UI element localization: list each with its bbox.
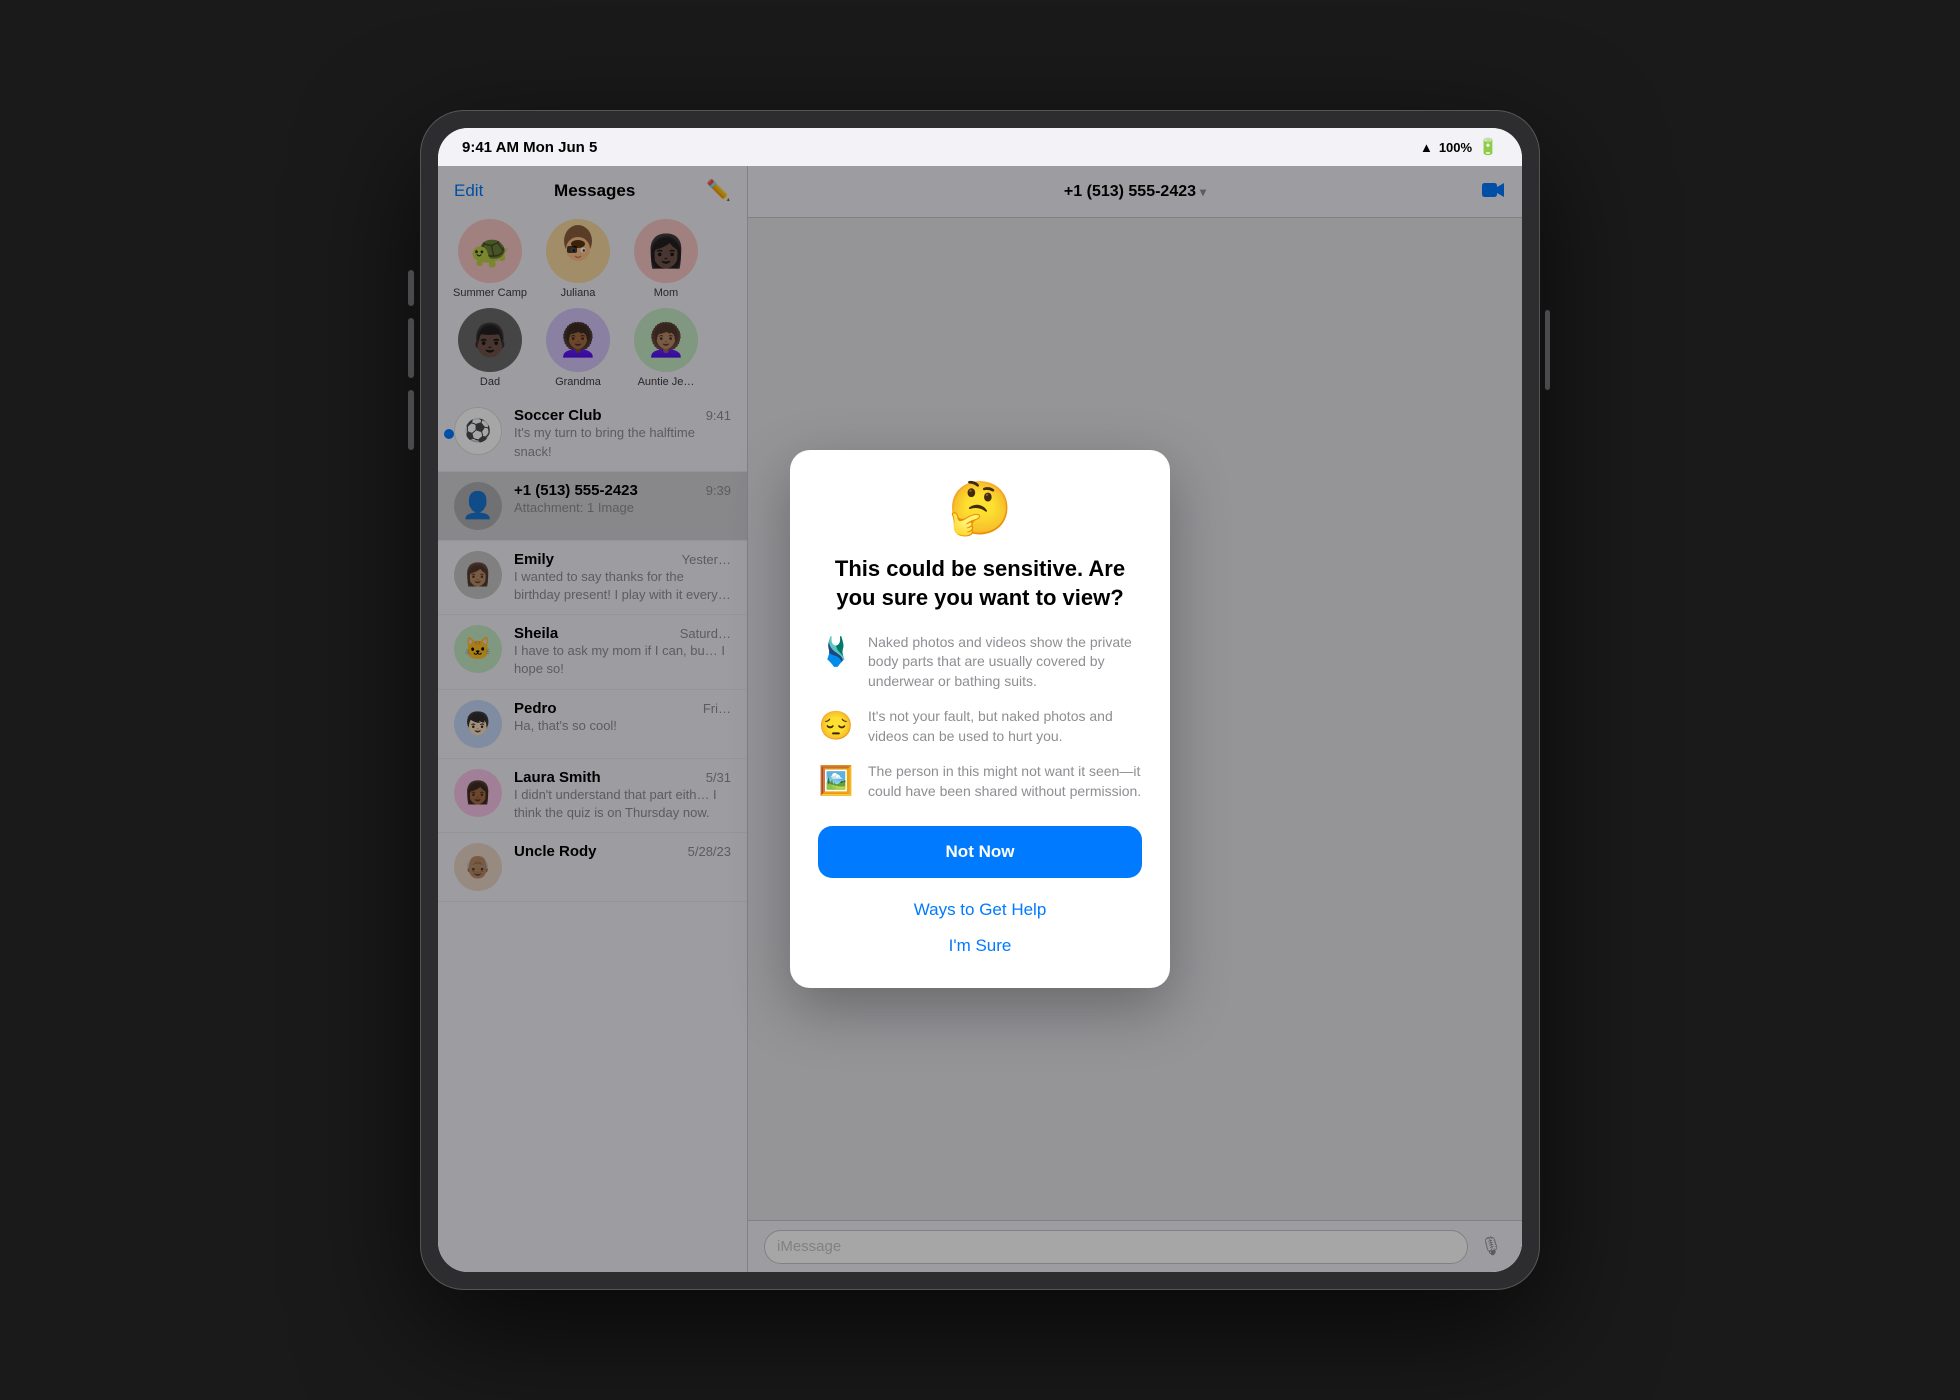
dialog-item: 😔 It's not your fault, but naked photos …	[818, 707, 1142, 746]
side-buttons-left	[408, 270, 414, 450]
dialog-emoji: 🤔	[818, 478, 1142, 539]
wifi-icon: ▲	[1420, 140, 1433, 155]
battery-level: 100%	[1439, 140, 1472, 155]
im-sure-button[interactable]: I'm Sure	[818, 928, 1142, 964]
sensitive-content-overlay: 🤔 This could be sensitive. Are you sure …	[438, 166, 1522, 1272]
status-time: 9:41 AM Mon Jun 5	[462, 139, 597, 156]
main-content: Edit Messages ✏️ 🐢 Summer Camp	[438, 166, 1522, 1272]
not-now-button[interactable]: Not Now	[818, 826, 1142, 878]
volume-down-button[interactable]	[408, 390, 414, 450]
ipad-screen: 9:41 AM Mon Jun 5 ▲ 100% 🔋 Edit Messages…	[438, 128, 1522, 1272]
dialog-item: 🩱 Naked photos and videos show the priva…	[818, 633, 1142, 692]
sensitive-dialog: 🤔 This could be sensitive. Are you sure …	[790, 450, 1170, 987]
dialog-item-text: The person in this might not want it see…	[868, 762, 1142, 801]
ipad-frame: 9:41 AM Mon Jun 5 ▲ 100% 🔋 Edit Messages…	[420, 110, 1540, 1290]
ways-to-get-help-button[interactable]: Ways to Get Help	[818, 892, 1142, 928]
status-bar: 9:41 AM Mon Jun 5 ▲ 100% 🔋	[438, 128, 1522, 166]
power-button[interactable]	[1545, 310, 1550, 390]
picture-icon: 🖼️	[818, 764, 854, 797]
volume-up-button[interactable]	[408, 318, 414, 378]
dialog-title: This could be sensitive. Are you sure yo…	[818, 555, 1142, 612]
dialog-items: 🩱 Naked photos and videos show the priva…	[818, 633, 1142, 802]
status-right: ▲ 100% 🔋	[1420, 137, 1498, 157]
battery-icon: 🔋	[1478, 137, 1498, 157]
dialog-item-text: Naked photos and videos show the private…	[868, 633, 1142, 692]
dialog-item-text: It's not your fault, but naked photos an…	[868, 707, 1142, 746]
mute-button[interactable]	[408, 270, 414, 306]
dialog-item: 🖼️ The person in this might not want it …	[818, 762, 1142, 801]
sad-face-icon: 😔	[818, 709, 854, 742]
swimsuit-icon: 🩱	[818, 635, 854, 668]
